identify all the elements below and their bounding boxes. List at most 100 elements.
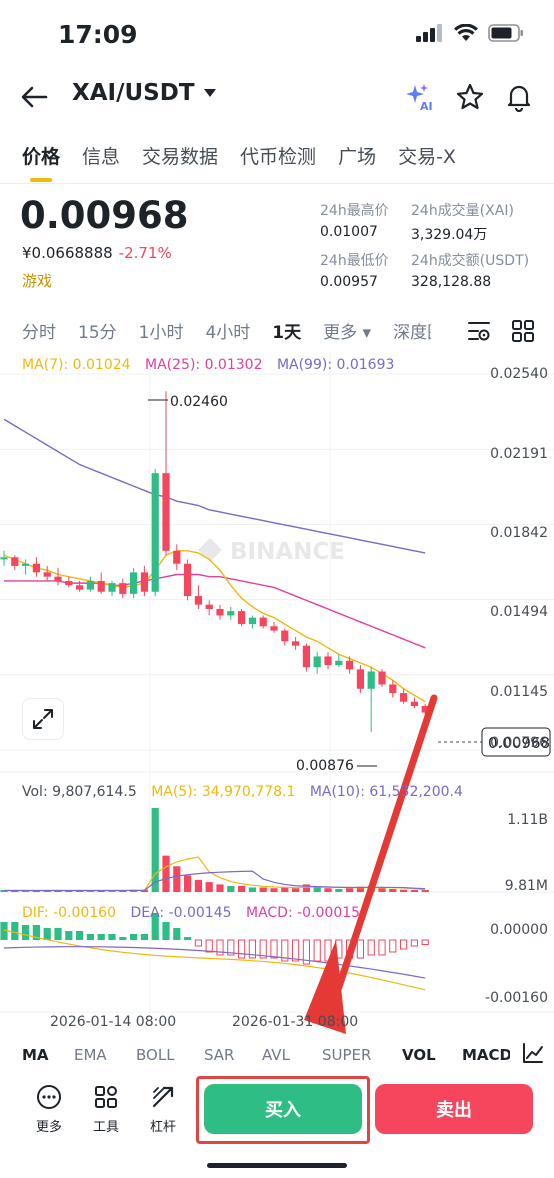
indicator-super[interactable]: SUPER bbox=[322, 1046, 371, 1064]
candle-body bbox=[324, 656, 332, 666]
price-change: -2.71% bbox=[118, 244, 172, 262]
volume-bar bbox=[184, 875, 192, 892]
bell-icon[interactable] bbox=[504, 82, 534, 112]
stat-24h-low: 24h最低价 0.00957 bbox=[320, 253, 389, 290]
vol-ma10-line bbox=[4, 870, 426, 892]
kline-chart[interactable]: BINANCE 0.02460 0.00876 0.00968 MA(7): 0… bbox=[0, 352, 554, 1038]
more-button[interactable]: 更多 bbox=[25, 1084, 73, 1135]
candle-body bbox=[162, 473, 170, 551]
macd-bar bbox=[108, 934, 116, 940]
wifi-icon bbox=[454, 24, 478, 41]
candle-body bbox=[86, 580, 94, 590]
interval-depth[interactable]: 深度图 bbox=[393, 318, 431, 343]
grid-layout-icon[interactable] bbox=[510, 318, 536, 344]
star-icon[interactable] bbox=[455, 82, 485, 112]
candle-body bbox=[270, 626, 278, 631]
ai-sparkle-button[interactable]: AI bbox=[404, 82, 434, 113]
candle-body bbox=[259, 617, 267, 627]
y-tick: 0.00796 bbox=[490, 735, 548, 751]
tab-token-check[interactable]: 代币检测 bbox=[240, 134, 316, 184]
indicator-bar: MA EMA BOLL SAR AVL SUPER VOL MACD bbox=[0, 1038, 554, 1072]
leverage-button[interactable]: 杠杆 bbox=[139, 1084, 187, 1135]
tools-button[interactable]: 工具 bbox=[82, 1084, 130, 1135]
indicator-avl[interactable]: AVL bbox=[262, 1046, 290, 1064]
tab-trade-x[interactable]: 交易-X bbox=[398, 134, 456, 184]
buy-button[interactable]: 买入 bbox=[204, 1084, 362, 1134]
candle-body bbox=[54, 576, 62, 581]
interval-1d[interactable]: 1天 bbox=[272, 318, 301, 343]
interval-1h[interactable]: 1小时 bbox=[139, 318, 184, 343]
macd-bar bbox=[400, 939, 408, 950]
candle-body bbox=[43, 572, 51, 577]
volume-bar bbox=[281, 887, 289, 892]
tools-grid-icon bbox=[95, 1086, 117, 1108]
candle-body bbox=[281, 630, 289, 642]
indicator-ma[interactable]: MA bbox=[22, 1046, 49, 1064]
macd-value-legend: MACD: -0.00015 bbox=[245, 905, 361, 921]
macd-bar bbox=[130, 934, 138, 940]
interval-4h[interactable]: 4小时 bbox=[205, 318, 250, 343]
candle-body bbox=[151, 473, 159, 592]
macd-bar bbox=[162, 922, 170, 940]
indicator-macd[interactable]: MACD bbox=[462, 1046, 510, 1064]
macd-bar bbox=[54, 928, 62, 940]
tab-trading-data[interactable]: 交易数据 bbox=[142, 134, 218, 184]
indicator-sar[interactable]: SAR bbox=[204, 1046, 234, 1064]
indicator-ema[interactable]: EMA bbox=[74, 1046, 107, 1064]
y-tick: 0.02540 bbox=[490, 366, 548, 382]
category-tag[interactable]: 游戏 bbox=[22, 270, 52, 291]
fullscreen-button[interactable] bbox=[22, 698, 64, 740]
pair-selector[interactable]: XAI/USDT bbox=[72, 80, 217, 106]
vol-ma5-line bbox=[4, 856, 426, 892]
macd-bar bbox=[97, 934, 105, 940]
volume-bar bbox=[421, 890, 429, 892]
interval-timeline[interactable]: 分时 bbox=[22, 318, 56, 343]
low-marker-label: 0.00876 bbox=[296, 758, 354, 774]
candles bbox=[0, 391, 429, 732]
macd-histogram bbox=[0, 913, 429, 991]
y-tick: 0.01494 bbox=[490, 604, 548, 620]
fiat-price: ¥0.0668888 bbox=[22, 244, 113, 262]
interval-more[interactable]: 更多 ▾ bbox=[323, 318, 371, 343]
binance-watermark: BINANCE bbox=[198, 538, 345, 565]
indicator-settings-icon[interactable] bbox=[522, 1042, 544, 1064]
header: XAI/USDT AI bbox=[0, 70, 554, 124]
interval-15m[interactable]: 15分 bbox=[78, 318, 117, 343]
indicator-boll[interactable]: BOLL bbox=[136, 1046, 175, 1064]
macd-legend: DIF: -0.00160 DEA: -0.00145 MACD: -0.000… bbox=[22, 905, 360, 921]
volume-bar bbox=[378, 888, 386, 892]
macd-bar bbox=[378, 939, 386, 956]
y-tick: 0.01145 bbox=[490, 684, 548, 700]
last-price: 0.00968 bbox=[20, 194, 189, 237]
volume-bar bbox=[389, 888, 397, 892]
macd-bar bbox=[119, 937, 127, 940]
ma99-line bbox=[3, 418, 426, 554]
macd-bar bbox=[65, 931, 73, 940]
candle-body bbox=[346, 660, 354, 670]
tab-square[interactable]: 广场 bbox=[338, 134, 376, 184]
macd-bar bbox=[356, 939, 364, 959]
volume-bar bbox=[335, 888, 343, 892]
tab-info[interactable]: 信息 bbox=[82, 134, 120, 184]
price-summary: 0.00968 ¥0.0668888 -2.71% 游戏 24h最高价 0.010… bbox=[0, 186, 554, 296]
annotation-arrow bbox=[304, 694, 438, 1034]
macd-bar bbox=[292, 939, 300, 962]
candle-body bbox=[400, 693, 408, 702]
macd-bar bbox=[184, 937, 192, 940]
stat-24h-high: 24h最高价 0.01007 bbox=[320, 203, 389, 240]
status-bar: 17:09 bbox=[0, 0, 554, 70]
back-arrow-icon[interactable] bbox=[18, 82, 50, 112]
macd-bar bbox=[140, 934, 148, 940]
battery-icon bbox=[488, 24, 523, 42]
dea-line bbox=[3, 946, 426, 979]
volume-bar bbox=[173, 866, 181, 892]
macd-bar bbox=[421, 939, 429, 945]
tab-price[interactable]: 价格 bbox=[22, 134, 60, 184]
macd-bar bbox=[238, 939, 246, 959]
chart-settings-icon[interactable] bbox=[466, 318, 492, 344]
sell-button[interactable]: 卖出 bbox=[375, 1084, 533, 1134]
candle-body bbox=[130, 572, 138, 594]
indicator-vol[interactable]: VOL bbox=[402, 1046, 436, 1064]
candle-body bbox=[76, 585, 84, 590]
candle-body bbox=[356, 669, 364, 689]
